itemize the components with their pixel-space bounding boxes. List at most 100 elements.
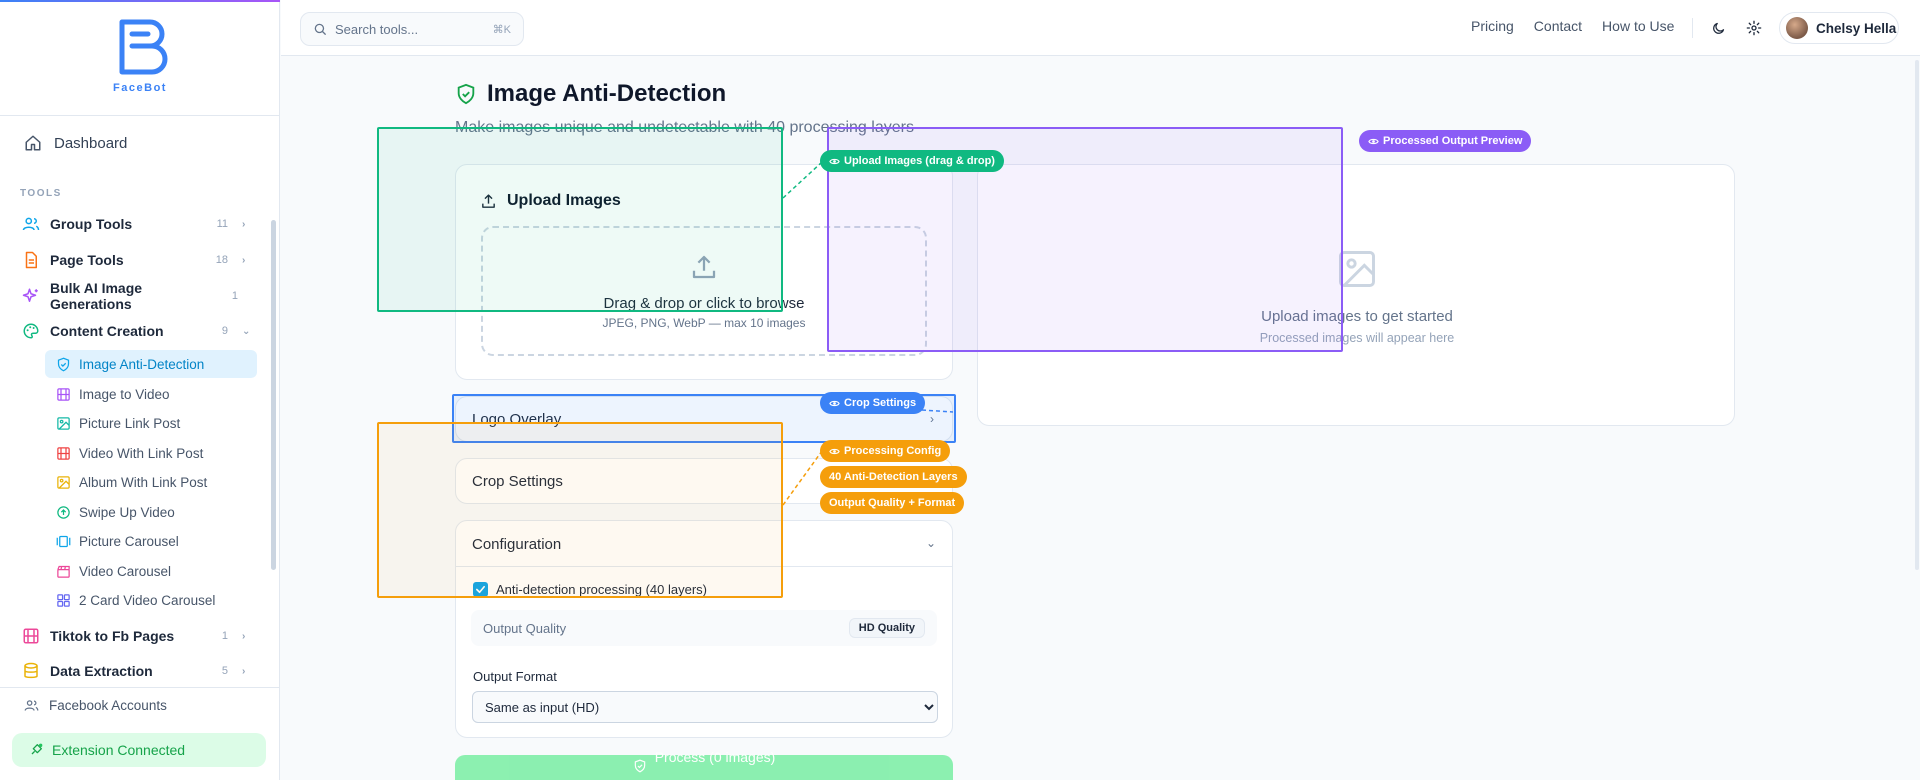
item-count: 9 [221,325,228,337]
sidebar-item-bulk-ai-image[interactable]: Bulk AI Image Generations 1 [22,280,252,312]
sidebar-item-label: Data Extraction [50,663,153,679]
annotation-tag-crop: Crop Settings [820,392,926,414]
arrow-up-circle-icon [55,504,71,520]
item-count: 18 [215,254,228,266]
sidebar-subitem-swipe-up-video[interactable]: Swipe Up Video [45,498,257,526]
sidebar-item-tiktok-fb-pages[interactable]: Tiktok to Fb Pages 1 › [22,622,252,650]
nav-link-pricing[interactable]: Pricing [1471,18,1514,34]
search-shortcut-hint: ⌘K [492,23,511,36]
sidebar-subitem-label: Video Carousel [79,563,172,579]
sidebar-subitem-album-link-post[interactable]: Album With Link Post [45,468,257,496]
sidebar-scrollbar[interactable] [271,220,276,570]
sidebar-subitem-label: Image Anti-Detection [79,356,205,372]
sidebar-subitem-label: 2 Card Video Carousel [79,592,216,608]
divider [1692,18,1693,38]
page-scrollbar[interactable] [1915,60,1919,570]
sidebar-subitem-image-to-video[interactable]: Image to Video [45,380,257,408]
search-icon [314,23,326,35]
carousel-icon [55,533,71,549]
sidebar-item-label: Page Tools [50,252,124,268]
sidebar-subitem-video-carousel[interactable]: Video Carousel [45,557,257,585]
divider [0,687,280,688]
annotation-tag-processing: Processing Config [820,440,951,462]
item-count: 1 [231,290,238,302]
sidebar-subitem-label: Album With Link Post [79,474,208,490]
extension-status-badge: Extension Connected [12,733,266,767]
database-icon [22,662,40,680]
sidebar-subitem-picture-link-post[interactable]: Picture Link Post [45,409,257,437]
eye-icon [829,448,840,454]
shield-check-icon [457,83,475,105]
sidebar-subitem-label: Video With Link Post [79,445,204,461]
user-menu-button[interactable]: Chelsy Hella [1779,12,1899,44]
chevron-right-icon: › [242,665,246,677]
sidebar-item-label: Content Creation [50,323,164,339]
gear-icon [1746,20,1762,36]
sidebar-subitem-label: Picture Link Post [79,415,181,431]
header-nav: Pricing Contact How to Use [1471,18,1674,34]
sidebar-item-label: Group Tools [50,216,133,232]
annotation-tag-text: Crop Settings [844,397,917,409]
annotation-tag-text: 40 Anti-Detection Layers [829,471,958,483]
palette-icon [22,322,40,340]
settings-button[interactable] [1743,17,1765,39]
annotation-tag-text: Processing Config [844,445,942,457]
sidebar-subitem-image-anti-detection[interactable]: Image Anti-Detection [45,350,257,378]
item-count: 11 [216,218,228,230]
nav-link-contact[interactable]: Contact [1534,18,1582,34]
output-format-select[interactable]: Same as input (HD) [472,691,938,723]
process-button-label: Process (0 images) [654,749,776,765]
page-title-text: Image Anti-Detection [487,80,727,107]
chevron-right-icon: › [242,218,246,230]
sidebar-item-data-extraction[interactable]: Data Extraction 5 › [22,657,252,685]
eye-icon [829,158,840,164]
sidebar-subitem-video-link-post[interactable]: Video With Link Post [45,439,257,467]
plug-connected-icon [31,743,43,755]
image-icon [55,415,71,431]
nav-link-how-to-use[interactable]: How to Use [1602,18,1674,34]
sidebar-subitem-label: Picture Carousel [79,533,179,549]
sidebar-subitem-label: Swipe Up Video [79,504,175,520]
annotation-tag-preview: Processed Output Preview [1359,130,1532,152]
user-name: Chelsy Hella [1816,20,1897,36]
search-input[interactable] [335,21,465,37]
users-icon [22,215,40,233]
sidebar-item-page-tools[interactable]: Page Tools 18 › [22,246,252,274]
annotation-tag-text: Upload Images (drag & drop) [844,155,995,167]
sidebar-subitem-2-card-video-carousel[interactable]: 2 Card Video Carousel [45,586,257,614]
sidebar-item-group-tools[interactable]: Group Tools 11 › [22,210,252,238]
shield-check-icon [634,759,645,773]
users-icon [24,700,39,711]
sidebar-subitem-picture-carousel[interactable]: Picture Carousel [45,527,257,555]
annotation-tag-text: Output Quality + Format [829,497,956,509]
output-format-label: Output Format [473,669,557,684]
facebook-accounts-link[interactable]: Facebook Accounts [24,698,167,713]
annotation-box-upload [377,127,783,312]
output-quality-label: Output Quality [483,620,567,636]
item-count: 1 [221,630,228,642]
images-icon [55,474,71,490]
annotation-tag-text: Processed Output Preview [1383,135,1523,147]
file-icon [22,251,40,269]
chevron-right-icon: › [242,630,246,642]
chevron-down-icon[interactable]: ⌄ [926,536,936,550]
annotation-tag-upload: Upload Images (drag & drop) [820,150,1004,172]
process-button[interactable]: Process (0 images) [455,749,953,780]
moon-icon [1712,22,1724,34]
output-quality-badge: HD Quality [848,618,925,638]
sidebar: FaceBot Dashboard TOOLS Group Tools 11 ›… [0,0,280,780]
sidebar-item-label: Bulk AI Image Generations [50,280,143,312]
page-title: Image Anti-Detection [455,80,726,108]
theme-toggle-button[interactable] [1707,17,1729,39]
sidebar-item-content-creation[interactable]: Content Creation 9 ⌄ [22,317,252,345]
search-box[interactable]: ⌘K [300,12,524,46]
output-quality-row: Output Quality HD Quality [471,610,937,646]
annotation-tag-quality: Output Quality + Format [820,492,965,514]
tools-nav: Group Tools 11 › Page Tools 18 › Bulk AI… [0,0,270,780]
annotation-tag-layers: 40 Anti-Detection Layers [820,466,967,488]
sidebar-subitem-label: Image to Video [79,386,170,402]
process-button-content: Process (0 images) [633,749,775,773]
extension-status-label: Extension Connected [52,742,186,758]
item-count: 5 [221,665,228,677]
clapperboard-icon [55,563,71,579]
